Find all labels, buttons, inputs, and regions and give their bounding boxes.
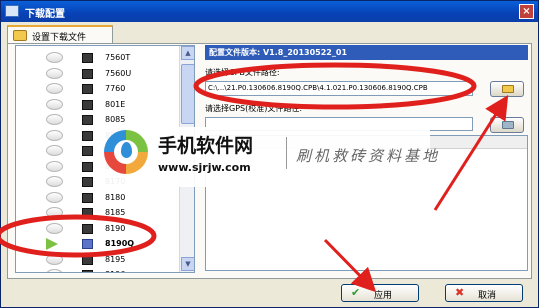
model-list-item[interactable]: 7560U (16, 66, 180, 82)
model-list-item[interactable]: 8195 (16, 252, 180, 268)
model-list-item[interactable]: 8185 (16, 205, 180, 221)
phone-chip-icon (82, 177, 93, 187)
model-label: 7560U (105, 68, 132, 78)
radio-icon (46, 222, 63, 234)
cancel-button[interactable]: ✖ 取消 (445, 284, 523, 302)
radio-icon (46, 83, 63, 94)
play-arrow-icon (46, 238, 58, 250)
check-icon: ✔ (351, 286, 361, 299)
cpb-path-input[interactable]: C:\...\21.P0.130606.8190Q.CPB\4.1.021.P0… (205, 81, 473, 96)
radio-icon (46, 129, 63, 141)
phone-chip-icon (82, 130, 93, 141)
tab-label: 设置下载文件 (32, 33, 87, 43)
model-label: 8190Q (105, 239, 135, 248)
model-list-item[interactable]: 8180 (16, 190, 180, 206)
config-version-header: 配置文件版本: V1.8_20130522_01 (205, 45, 528, 60)
watermark-slogan: 刷机救砖资料基地 (296, 147, 441, 165)
apply-button-label: 应用 (374, 291, 393, 301)
radio-icon (46, 269, 63, 272)
cpb-path-label: 请选择CPB文件路径: (205, 68, 280, 77)
radio-icon (46, 160, 63, 172)
model-label: 8190 (105, 223, 126, 233)
cpb-browse-button[interactable] (490, 81, 524, 97)
phone-chip-icon (82, 115, 93, 125)
model-label: 8180 (105, 192, 126, 202)
title-bar[interactable]: 下载配置 × (1, 1, 538, 22)
scroll-up-button[interactable]: ▲ (181, 46, 194, 60)
scroll-thumb[interactable] (181, 64, 194, 124)
model-list-item[interactable]: 7560T (16, 50, 180, 66)
model-label: 7560T (105, 53, 131, 62)
model-list-item[interactable]: 8190 (16, 221, 180, 237)
cross-icon: ✖ (455, 286, 465, 299)
radio-icon (46, 114, 63, 125)
phone-chip-icon (82, 208, 93, 218)
model-label: 8195 (105, 254, 126, 264)
window-title: 下载配置 (25, 9, 65, 20)
phone-chip-icon (82, 68, 93, 79)
model-list-item[interactable]: 7760 (16, 81, 180, 97)
phone-chip-icon (82, 161, 93, 172)
watermark-divider (286, 137, 287, 169)
tab-download-settings[interactable]: 设置下载文件 (7, 25, 113, 44)
app-icon (5, 5, 19, 17)
watermark-url: www.sjrjw.com (158, 161, 251, 174)
model-label: 7760 (105, 84, 126, 93)
radio-icon (46, 67, 63, 79)
gps-browse-button[interactable] (490, 117, 524, 133)
close-button[interactable]: × (519, 4, 534, 19)
watermark-logo-icon (104, 130, 148, 174)
apply-button[interactable]: ✔ 应用 (341, 284, 419, 302)
model-label: 8085 (105, 115, 126, 124)
radio-icon (46, 52, 63, 63)
folder-open-icon (502, 85, 514, 93)
model-label: 8185 (105, 208, 126, 217)
model-list-item[interactable]: 8196 (16, 267, 180, 272)
folder-icon (502, 121, 514, 129)
phone-chip-icon (82, 270, 93, 272)
phone-chip-icon (82, 53, 93, 63)
radio-icon (46, 253, 63, 265)
model-list-item[interactable]: 801E (16, 97, 180, 113)
gps-path-label: 请选择GPS(校准)文件路径: (205, 104, 303, 113)
water-drop-icon (121, 142, 132, 158)
phone-chip-icon (82, 254, 93, 265)
radio-icon (46, 176, 63, 187)
radio-icon (46, 191, 63, 203)
watermark: 手机软件网 www.sjrjw.com 刷机救砖资料基地 (100, 127, 437, 187)
phone-chip-icon (82, 239, 93, 249)
watermark-title: 手机软件网 (158, 135, 254, 157)
model-list-item[interactable]: 8190Q (16, 236, 180, 252)
phone-chip-icon (82, 192, 93, 203)
model-list-item[interactable]: 8085 (16, 112, 180, 128)
radio-icon (46, 98, 63, 110)
phone-chip-icon (82, 99, 93, 110)
phone-chip-icon (82, 84, 93, 94)
folder-plus-icon (13, 30, 27, 41)
radio-icon (46, 145, 63, 156)
model-label: 8196 (105, 270, 125, 272)
scroll-down-button[interactable]: ▼ (181, 257, 194, 271)
model-label: 801E (105, 99, 126, 109)
radio-icon (46, 207, 63, 218)
phone-chip-icon (82, 146, 93, 156)
phone-chip-icon (82, 223, 93, 234)
cancel-button-label: 取消 (478, 291, 497, 301)
